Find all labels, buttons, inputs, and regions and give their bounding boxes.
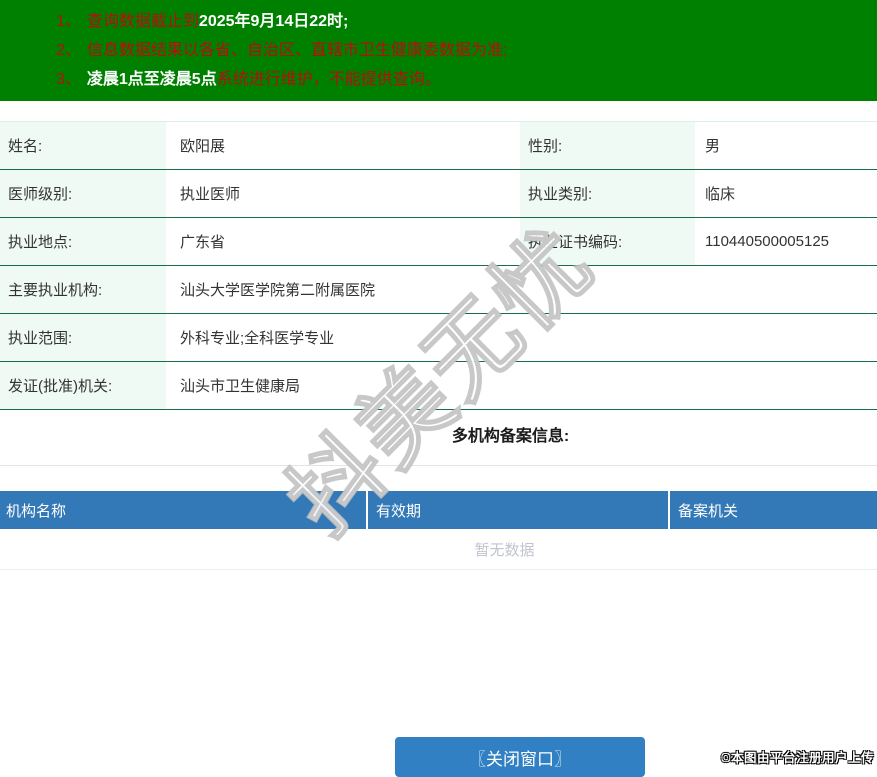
notice-banner: 1、 查询数据截止到2025年9月14日22时; 2、 信息数据结果以各省、自治区、…	[0, 0, 877, 101]
certificate-number-value: 110440500005125	[705, 233, 830, 250]
notice-line-number: 2、	[56, 42, 81, 59]
table-row: 发证(批准)机关: 汕头市卫生健康局	[0, 362, 877, 410]
column-header-validity: 有效期	[368, 491, 670, 529]
empty-data-row: 暂无数据	[0, 529, 877, 570]
practice-location-value: 广东省	[180, 234, 226, 251]
notice-highlight: 2025年9月14日22时;	[198, 13, 349, 30]
practice-location-label: 执业地点:	[0, 218, 166, 265]
divider	[0, 465, 877, 466]
main-institution-value: 汕头大学医学院第二附属医院	[180, 282, 376, 299]
practice-category-label: 执业类别:	[520, 170, 695, 217]
table-row: 主要执业机构: 汕头大学医学院第二附属医院	[0, 266, 877, 314]
practitioner-info-table: 姓名: 欧阳展 性别: 男 医师级别: 执业医师 执业类别: 临床 执业地点: …	[0, 121, 877, 410]
empty-data-text: 暂无数据	[474, 541, 535, 559]
practice-scope-value: 外科专业;全科医学专业	[180, 330, 335, 347]
doctor-level-label: 医师级别:	[0, 170, 166, 217]
notice-line-number: 1、	[56, 13, 81, 30]
main-institution-label: 主要执业机构:	[0, 266, 166, 313]
filing-table-header: 机构名称 有效期 备案机关	[0, 491, 877, 529]
notice-text: 系统进行维护，不能提供查询。	[216, 71, 441, 88]
table-row: 医师级别: 执业医师 执业类别: 临床	[0, 170, 877, 218]
issuing-authority-label: 发证(批准)机关:	[0, 362, 166, 409]
notice-line-3: 3、 凌晨1点至凌晨5点系统进行维护，不能提供查询。	[56, 65, 877, 94]
practice-category-value: 临床	[705, 186, 736, 203]
doctor-level-value: 执业医师	[180, 186, 241, 203]
notice-text: 查询数据截止到	[86, 13, 199, 30]
close-window-button[interactable]: 〖关闭窗口〗	[395, 737, 645, 777]
table-row: 执业地点: 广东省 执业证书编码: 110440500005125	[0, 218, 877, 266]
practice-scope-label: 执业范围:	[0, 314, 166, 361]
gender-value: 男	[705, 138, 721, 155]
notice-line-1: 1、 查询数据截止到2025年9月14日22时;	[56, 7, 877, 36]
notice-line-2: 2、 信息数据结果以各省、自治区、直辖市卫生健康委数据为准;	[56, 36, 877, 65]
notice-line-number: 3、	[56, 71, 81, 88]
copyright-watermark: ©本图由平台注册用户上传	[721, 751, 874, 765]
gender-label: 性别:	[520, 122, 695, 169]
certificate-number-label: 执业证书编码:	[520, 218, 695, 265]
column-header-authority: 备案机关	[678, 502, 739, 520]
notice-text: 信息数据结果以各省、自治区、直辖市卫生健康委数据为准;	[86, 42, 508, 59]
filing-section-title: 多机构备案信息:	[451, 428, 570, 445]
notice-highlight: 凌晨1点至凌晨5点	[86, 71, 217, 88]
table-row: 姓名: 欧阳展 性别: 男	[0, 122, 877, 170]
name-value: 欧阳展	[180, 138, 226, 155]
table-row: 执业范围: 外科专业;全科医学专业	[0, 314, 877, 362]
name-label: 姓名:	[0, 122, 166, 169]
issuing-authority-value: 汕头市卫生健康局	[180, 378, 301, 395]
column-header-institution: 机构名称	[0, 491, 368, 529]
